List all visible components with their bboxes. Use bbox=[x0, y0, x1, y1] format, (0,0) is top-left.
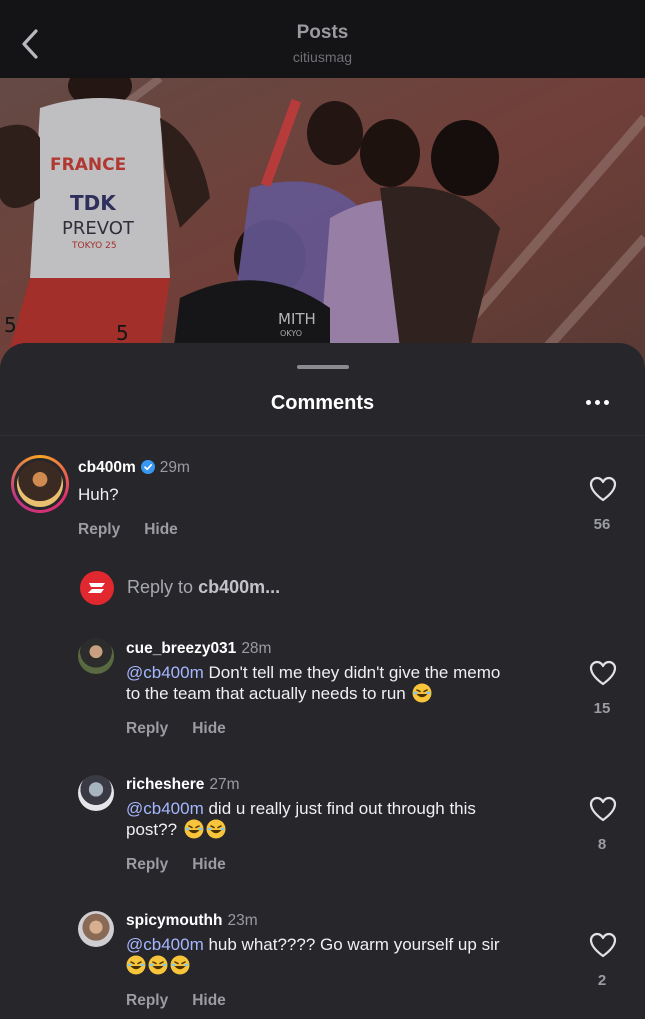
reply-time: 23m bbox=[227, 912, 258, 929]
reply-button[interactable]: Reply bbox=[126, 992, 168, 1009]
comment-text: Huh? bbox=[78, 485, 119, 504]
page-subtitle: citiusmag bbox=[292, 49, 353, 65]
comments-title: Comments bbox=[270, 392, 375, 414]
laughing-emoji-icon bbox=[412, 683, 432, 703]
like-count: 2 bbox=[597, 972, 607, 989]
avatar[interactable] bbox=[78, 775, 114, 811]
like-count: 56 bbox=[593, 516, 611, 533]
avatar[interactable] bbox=[78, 911, 114, 947]
reply-time: 28m bbox=[241, 640, 272, 657]
post-image[interactable]: FRANCE TDK PREVOT TOKYO 25 5 5 MITH OKYO bbox=[0, 78, 645, 378]
reply-button[interactable]: Reply bbox=[126, 720, 168, 737]
more-horizontal-icon bbox=[585, 399, 591, 405]
reply-button[interactable]: Reply bbox=[78, 521, 120, 538]
hide-button[interactable]: Hide bbox=[192, 992, 226, 1009]
reply-actions: Reply Hide bbox=[126, 856, 250, 874]
laughing-emoji-icon bbox=[170, 955, 190, 975]
avatar bbox=[17, 461, 63, 507]
laughing-emoji-icon bbox=[184, 819, 204, 839]
comment-username[interactable]: cb400m 29m bbox=[78, 459, 190, 477]
reply-username[interactable]: cue_breezy031 28m bbox=[126, 640, 271, 658]
like-count: 15 bbox=[593, 700, 611, 717]
reply-actions: Reply Hide bbox=[126, 720, 250, 738]
laughing-emoji-icon bbox=[206, 819, 226, 839]
page-title: Posts bbox=[296, 22, 349, 43]
heart-icon[interactable] bbox=[589, 932, 617, 958]
reply-time: 27m bbox=[209, 776, 240, 793]
hide-button[interactable]: Hide bbox=[192, 856, 226, 873]
hide-button[interactable]: Hide bbox=[144, 521, 178, 538]
heart-icon[interactable] bbox=[589, 796, 617, 822]
verified-badge-icon bbox=[140, 460, 155, 474]
reply-placeholder[interactable]: Reply to cb400m... bbox=[127, 577, 280, 598]
comment-time: 29m bbox=[159, 459, 190, 476]
laughing-emoji-icon bbox=[148, 955, 168, 975]
reply-actions: Reply Hide bbox=[126, 992, 250, 1010]
reply-username[interactable]: richeshere 27m bbox=[126, 776, 240, 794]
comments-sheet: Comments cb400m 29m Huh? Reply Hide 56 Rep… bbox=[0, 343, 645, 1019]
avatar-story-ring[interactable] bbox=[11, 455, 69, 513]
top-bar: Posts citiusmag bbox=[0, 0, 645, 78]
reply-button[interactable]: Reply bbox=[126, 856, 168, 873]
heart-icon[interactable] bbox=[589, 476, 617, 502]
avatar[interactable] bbox=[78, 638, 114, 674]
reply-text: @cb400m hub what???? Go warm yourself up… bbox=[126, 934, 566, 976]
comment-actions: Reply Hide bbox=[78, 521, 202, 539]
like-count: 8 bbox=[597, 836, 607, 853]
reply-text: @cb400m Don't tell me they didn't give t… bbox=[126, 663, 501, 703]
brand-logo-icon bbox=[88, 583, 105, 593]
reply-input[interactable]: Reply to cb400m... bbox=[0, 568, 645, 608]
divider bbox=[0, 435, 645, 436]
mention-link[interactable]: @cb400m bbox=[126, 663, 204, 682]
more-options-button[interactable] bbox=[578, 393, 616, 411]
hide-button[interactable]: Hide bbox=[192, 720, 226, 737]
heart-icon[interactable] bbox=[589, 660, 617, 686]
reply-text: @cb400m did u really just find out throu… bbox=[126, 799, 476, 839]
mention-link[interactable]: @cb400m bbox=[126, 935, 204, 954]
avatar bbox=[80, 571, 114, 605]
drag-handle[interactable] bbox=[297, 365, 349, 369]
mention-link[interactable]: @cb400m bbox=[126, 799, 204, 818]
reply-username[interactable]: spicymouthh 23m bbox=[126, 912, 258, 930]
laughing-emoji-icon bbox=[126, 955, 146, 975]
